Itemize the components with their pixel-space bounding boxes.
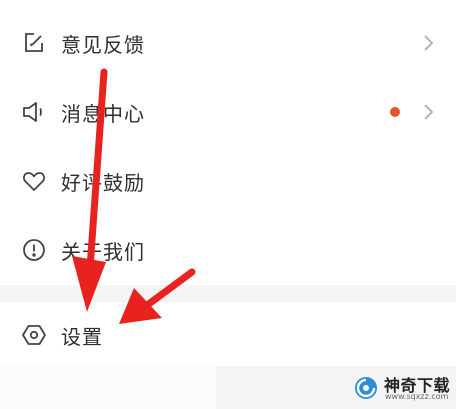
menu-item-messages[interactable]: 消息中心 — [0, 82, 456, 142]
menu-item-about[interactable]: 关于我们 — [0, 220, 456, 280]
heart-icon — [20, 167, 48, 195]
menu-item-settings[interactable]: 设置 — [0, 305, 456, 365]
about-label: 关于我们 — [61, 239, 145, 264]
messages-label: 消息中心 — [61, 101, 145, 126]
lower-tile — [0, 366, 216, 409]
edit-note-icon — [20, 29, 48, 57]
menu-card: 意见反馈 消息中心 好评鼓励 关于我们 — [0, 0, 456, 285]
menu-item-rate[interactable]: 好评鼓励 — [0, 151, 456, 211]
rate-label: 好评鼓励 — [61, 170, 145, 195]
watermark: 神奇下载 www.sqxzz.com — [354, 371, 450, 405]
speaker-icon — [20, 98, 48, 126]
feedback-label: 意见反馈 — [61, 32, 145, 57]
watermark-logo-icon — [355, 377, 377, 399]
chevron-right-icon — [424, 35, 434, 51]
hexagon-settings-icon — [20, 321, 48, 349]
chevron-right-icon — [424, 104, 434, 120]
menu-item-feedback[interactable]: 意见反馈 — [0, 13, 456, 73]
settings-label: 设置 — [61, 324, 103, 349]
settings-card: 设置 — [0, 302, 456, 366]
info-circle-icon — [20, 236, 48, 264]
watermark-url: www.sqxzz.com — [385, 392, 449, 401]
unread-dot — [390, 107, 400, 117]
